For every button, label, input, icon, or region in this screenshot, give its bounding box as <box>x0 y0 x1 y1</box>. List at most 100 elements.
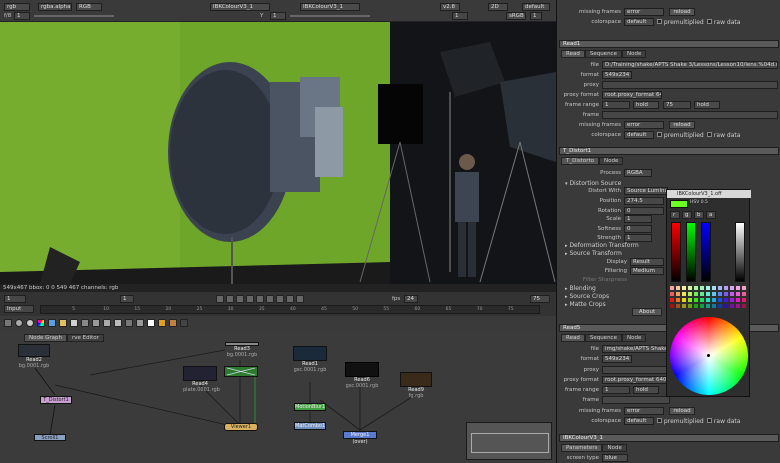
proxy-format-select[interactable]: root.proxy_format 640x480 <box>602 376 670 384</box>
fps-field[interactable]: 24 <box>404 295 418 303</box>
reload-button[interactable]: reload <box>669 121 695 129</box>
palette-swatch[interactable] <box>682 304 686 308</box>
color-picker-titlebar[interactable]: IBKColourV3_1.off <box>667 190 751 198</box>
palette-swatch[interactable] <box>718 292 722 296</box>
channel-a[interactable]: a <box>706 211 716 219</box>
palette-swatch[interactable] <box>712 304 716 308</box>
rotation-field[interactable]: 0 <box>624 207 664 215</box>
channel-b[interactable]: b <box>694 211 704 219</box>
file-field[interactable]: D:/Training/shake/APTS Shake 3/Lessons/L… <box>602 61 778 69</box>
views-icon[interactable] <box>114 319 122 327</box>
channels-select[interactable]: rgb <box>4 3 30 11</box>
palette-swatch[interactable] <box>718 286 722 290</box>
tab-sequence[interactable]: Sequence <box>584 50 622 58</box>
palette-swatch[interactable] <box>724 304 728 308</box>
palette-swatch[interactable] <box>706 286 710 290</box>
tab-node[interactable]: Node <box>621 334 647 342</box>
premult-checkbox[interactable]: premultiplied <box>657 19 704 26</box>
step-forward-icon[interactable] <box>276 295 284 303</box>
palette-swatch[interactable] <box>682 298 686 302</box>
palette-swatch[interactable] <box>742 304 746 308</box>
palette-swatch[interactable] <box>706 304 710 308</box>
viewer-canvas[interactable] <box>0 22 556 284</box>
mode-select[interactable]: RGB <box>76 3 102 11</box>
plugin-icon[interactable] <box>169 319 177 327</box>
palette-swatch[interactable] <box>742 292 746 296</box>
node-transform1[interactable] <box>224 366 258 377</box>
alpha-slider[interactable] <box>735 222 745 282</box>
timeline-start-field[interactable]: 1 <box>4 295 26 303</box>
image-tools-icon[interactable] <box>4 319 12 327</box>
toolset-icon[interactable] <box>180 319 188 327</box>
palette-swatch[interactable] <box>724 292 728 296</box>
node-viewer1[interactable]: Viewer1 <box>224 423 258 431</box>
palette-swatch[interactable] <box>694 298 698 302</box>
input-a-select[interactable]: IBKColourV3_1 <box>210 3 270 11</box>
node-graph[interactable]: Node Graph rve Editor Read2 bg.0001.rgb R… <box>0 330 556 463</box>
ibk-title[interactable]: IBKColourV3_1 <box>559 434 779 442</box>
palette-swatch[interactable] <box>712 292 716 296</box>
hold-end-select[interactable]: hold <box>694 101 720 109</box>
raw-checkbox[interactable]: raw data <box>707 418 740 425</box>
palette-swatch[interactable] <box>670 304 674 308</box>
palette-swatch[interactable] <box>736 292 740 296</box>
node-t-distort1[interactable]: T_Distort1 <box>40 396 72 404</box>
distort-title[interactable]: T_Distort1 <box>559 147 779 155</box>
missing-frames-select[interactable]: error <box>624 8 664 16</box>
last-frame-icon[interactable] <box>296 295 304 303</box>
node-read4[interactable]: Read4 plate.0001.rgb <box>183 366 220 393</box>
node-navigator[interactable] <box>466 422 552 460</box>
palette-swatch[interactable] <box>688 298 692 302</box>
keyer-icon[interactable] <box>70 319 78 327</box>
blue-slider[interactable] <box>701 222 711 282</box>
palette-swatch[interactable] <box>676 292 680 296</box>
proxy-field[interactable] <box>602 81 778 89</box>
source-transform-group[interactable]: ▸ Source Transform <box>565 250 622 257</box>
palette-swatch[interactable] <box>736 286 740 290</box>
display-select[interactable]: Result <box>630 258 664 266</box>
source-crops-group[interactable]: ▸ Source Crops <box>565 293 609 300</box>
tab-parameters[interactable]: Parameters <box>561 444 603 452</box>
deformation-group[interactable]: ▸ Deformation Transform <box>565 242 639 249</box>
gizmo-icon[interactable] <box>147 319 155 327</box>
node-read3[interactable]: Read3 bg.0001.rgb <box>225 342 259 358</box>
palette-swatch[interactable] <box>676 286 680 290</box>
timeline-current-field[interactable]: 1 <box>120 295 134 303</box>
format-select[interactable]: 549x234 <box>602 355 632 363</box>
palette-swatch[interactable] <box>724 286 728 290</box>
furnace-icon[interactable] <box>158 319 166 327</box>
palette-swatch[interactable] <box>670 298 674 302</box>
tab-node[interactable]: Node <box>602 444 627 452</box>
channel-r[interactable]: r <box>670 211 680 219</box>
matte-crops-group[interactable]: ▸ Matte Crops <box>565 301 606 308</box>
reload-button[interactable]: reload <box>669 407 695 415</box>
timeline-ruler[interactable]: 5 10 15 20 25 30 35 40 45 50 55 60 65 70 75 <box>40 305 540 314</box>
palette-swatch[interactable] <box>730 298 734 302</box>
transform-icon[interactable] <box>92 319 100 327</box>
other-icon[interactable] <box>136 319 144 327</box>
node-read1[interactable]: Read1 gsc.0001.rgb <box>293 346 327 373</box>
node-scroll1[interactable]: Scroll1 <box>34 434 66 441</box>
time-icon[interactable] <box>26 319 34 327</box>
proxy-format-select[interactable]: root.proxy_format 640x480 <box>602 91 662 99</box>
gain-field[interactable]: 1 <box>14 12 30 20</box>
filtering-select[interactable]: Medium <box>630 267 664 275</box>
frame-start-field[interactable]: 1 <box>602 101 630 109</box>
play-backward-icon[interactable] <box>246 295 254 303</box>
red-slider[interactable] <box>671 222 681 282</box>
prev-key-icon[interactable] <box>226 295 234 303</box>
palette-swatch[interactable] <box>730 292 734 296</box>
proxy-field[interactable] <box>602 366 670 374</box>
palette-swatch[interactable] <box>742 286 746 290</box>
node-read6[interactable]: Read6 gsc.0001.rgb <box>345 362 379 389</box>
node-read2[interactable]: Read2 bg.0001.rgb <box>18 344 50 369</box>
hold-start-select[interactable]: hold <box>633 101 659 109</box>
palette-swatch[interactable] <box>742 298 746 302</box>
palette-swatch[interactable] <box>676 298 680 302</box>
palette-swatch[interactable] <box>676 304 680 308</box>
palette-swatch[interactable] <box>700 298 704 302</box>
palette-swatch[interactable] <box>730 304 734 308</box>
palette-swatch[interactable] <box>694 286 698 290</box>
read1-title[interactable]: Read1 <box>559 40 779 48</box>
missing-frames-select[interactable]: error <box>624 407 664 415</box>
